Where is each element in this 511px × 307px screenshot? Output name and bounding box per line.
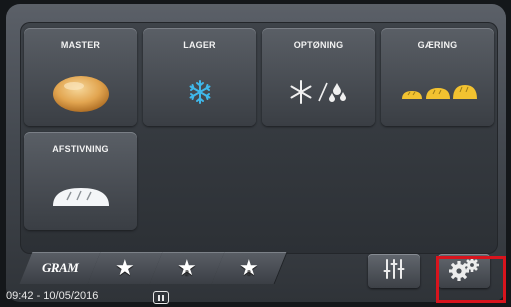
star-badge: 2 bbox=[185, 270, 190, 277]
thaw-icon bbox=[262, 72, 375, 112]
brand-logo: GRAM bbox=[41, 260, 79, 275]
settings-highlight-box bbox=[436, 256, 506, 303]
tile-master[interactable]: MASTER bbox=[24, 28, 137, 126]
star-icon: ★ 3 bbox=[239, 255, 259, 280]
favorites-tabbar: GRAM ★ ★ 2 ★ 3 bbox=[19, 252, 320, 288]
pause-icon[interactable] bbox=[153, 291, 169, 304]
star-icon: ★ 2 bbox=[177, 255, 197, 280]
proofing-breads-icon bbox=[381, 72, 494, 112]
tile-optoning[interactable]: OPTØNING bbox=[262, 28, 375, 126]
datetime-label: 09:42 - 10/05/2016 bbox=[6, 290, 99, 302]
tile-gaering-label: GÆRING bbox=[417, 40, 458, 50]
star-icon: ★ bbox=[115, 255, 135, 280]
tile-gaering[interactable]: GÆRING bbox=[381, 28, 494, 126]
manual-settings-button[interactable] bbox=[368, 254, 420, 288]
sliders-icon bbox=[383, 258, 405, 285]
touch-screen: MASTER LAGER OPTØNING GÆRING AFSTIVNING … bbox=[6, 4, 506, 302]
frozen-bread-icon bbox=[24, 176, 137, 216]
bread-roll-icon bbox=[24, 72, 137, 112]
tile-afstivning-label: AFSTIVNING bbox=[52, 144, 109, 154]
snowflake-icon bbox=[143, 72, 256, 112]
tile-optoning-label: OPTØNING bbox=[293, 40, 344, 50]
tile-afstivning[interactable]: AFSTIVNING bbox=[24, 132, 137, 230]
star-badge: 3 bbox=[247, 270, 252, 277]
tab-favorite-3[interactable]: ★ 3 bbox=[211, 252, 287, 284]
program-panel: MASTER LAGER OPTØNING GÆRING AFSTIVNING bbox=[20, 22, 498, 254]
tile-master-label: MASTER bbox=[60, 40, 101, 50]
tile-lager[interactable]: LAGER bbox=[143, 28, 256, 126]
tile-lager-label: LAGER bbox=[183, 40, 216, 50]
